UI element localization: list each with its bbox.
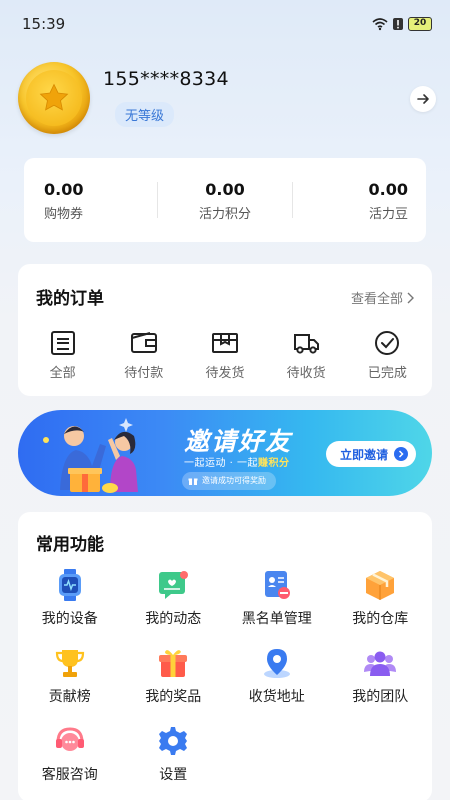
trophy-icon (53, 646, 87, 680)
order-tab-pending-payment[interactable]: 待付款 (109, 330, 179, 381)
functions-title: 常用功能 (36, 535, 104, 555)
status-time: 15:39 (22, 15, 66, 33)
gift-icon (156, 646, 190, 680)
func-label: 收货地址 (248, 689, 305, 705)
battery-indicator: 20 (408, 17, 432, 31)
level-badge[interactable]: 无等级 (115, 102, 175, 127)
wifi-icon (372, 18, 388, 31)
func-leaderboard[interactable]: 贡献榜 (18, 646, 122, 706)
order-tab-label: 已完成 (367, 366, 407, 381)
func-settings[interactable]: 设置 (122, 724, 226, 784)
high-five-illustration (43, 418, 138, 493)
warehouse-box-icon (363, 568, 397, 602)
star-icon (39, 83, 69, 111)
func-label: 我的团队 (352, 689, 409, 705)
func-label: 我的动态 (145, 611, 202, 627)
arrow-right-icon (417, 94, 429, 104)
order-tab-label: 待发货 (205, 366, 245, 381)
view-all-orders-link[interactable]: 查看全部 (351, 288, 414, 307)
truck-icon (294, 334, 320, 354)
func-my-posts[interactable]: 我的动态 (122, 568, 226, 628)
stat-label: 活力积分 (198, 207, 251, 222)
username: 155****8334 (103, 68, 229, 90)
banner-pill-text: 邀请成功可得奖励 (202, 476, 266, 485)
stat-value: 0.00 (205, 180, 245, 199)
chevron-right-icon (394, 447, 408, 461)
order-tab-completed[interactable]: 已完成 (352, 330, 422, 381)
chevron-right-icon (407, 292, 414, 303)
banner-subtitle-text: 一起运动 · 一起 (184, 458, 259, 469)
func-customer-service[interactable]: 客服咨询 (18, 724, 122, 784)
blacklist-icon (260, 568, 294, 602)
func-blacklist[interactable]: 黑名单管理 (225, 568, 329, 628)
func-label: 我的设备 (41, 611, 98, 627)
banner-subtitle-highlight: 赚积分 (258, 458, 290, 469)
stat-value: 0.00 (44, 180, 84, 199)
check-circle-icon (375, 331, 400, 355)
func-my-device[interactable]: 我的设备 (18, 568, 122, 628)
func-my-prizes[interactable]: 我的奖品 (122, 646, 226, 706)
stat-vitality-beans[interactable]: 0.00 活力豆 (293, 158, 426, 242)
stats-card: 0.00 购物券 0.00 活力积分 0.00 活力豆 (24, 158, 426, 242)
invite-friends-banner[interactable]: 邀请好友 一起运动 · 一起赚积分 邀请成功可得奖励 立即邀请 (18, 410, 432, 496)
stat-vitality-points[interactable]: 0.00 活力积分 (158, 158, 291, 242)
func-my-warehouse[interactable]: 我的仓库 (329, 568, 433, 628)
func-label: 设置 (159, 767, 188, 783)
message-heart-icon (156, 568, 190, 602)
stat-shopping-coupon[interactable]: 0.00 购物券 (24, 158, 157, 242)
order-tab-pending-receipt[interactable]: 待收货 (271, 330, 341, 381)
package-icon (211, 333, 238, 353)
func-label: 我的仓库 (352, 611, 409, 627)
func-shipping-address[interactable]: 收货地址 (225, 646, 329, 706)
func-my-team[interactable]: 我的团队 (329, 646, 433, 706)
banner-reward-pill: 邀请成功可得奖励 (182, 472, 276, 490)
smartwatch-icon (53, 568, 87, 602)
order-tab-label: 待收货 (286, 366, 326, 381)
gear-icon (156, 724, 190, 758)
order-tab-label: 待付款 (124, 366, 164, 381)
func-label: 黑名单管理 (241, 611, 312, 627)
avatar[interactable] (18, 62, 90, 134)
team-icon (363, 646, 397, 680)
stat-label: 活力豆 (368, 207, 408, 222)
banner-title: 邀请好友 (184, 427, 293, 456)
wallet-icon (130, 332, 157, 353)
view-all-label: 查看全部 (350, 292, 403, 307)
func-label: 我的奖品 (145, 689, 202, 705)
orders-card: 我的订单 查看全部 全部 待付款 待发货 待收货 已完成 (18, 264, 432, 396)
order-tab-pending-shipment[interactable]: 待发货 (190, 330, 260, 381)
headset-icon (53, 724, 87, 758)
orders-title: 我的订单 (36, 289, 104, 309)
invite-button-label: 立即邀请 (339, 447, 388, 462)
invite-now-button[interactable]: 立即邀请 (325, 441, 416, 467)
status-icons: 20 (372, 17, 432, 31)
status-bar: 15:39 20 (0, 0, 450, 48)
map-pin-icon (260, 646, 294, 680)
stat-value: 0.00 (368, 180, 408, 199)
stat-label: 购物券 (44, 207, 84, 222)
func-label: 客服咨询 (41, 767, 98, 783)
gift-small-icon (188, 478, 198, 485)
all-orders-icon (50, 331, 75, 355)
profile-arrow-button[interactable] (410, 86, 436, 112)
common-functions-card: 常用功能 我的设备 我的动态 黑名单管理 我的仓库 贡献榜 我的奖品 收货地址 … (18, 512, 432, 800)
profile-header[interactable]: 155****8334 无等级 (18, 60, 436, 140)
banner-subtitle: 一起运动 · 一起赚积分 (184, 454, 290, 469)
order-status-row: 全部 待付款 待发货 待收货 已完成 (18, 330, 432, 381)
order-tab-label: 全部 (49, 366, 76, 381)
func-label: 贡献榜 (48, 689, 91, 705)
functions-grid: 我的设备 我的动态 黑名单管理 我的仓库 贡献榜 我的奖品 收货地址 我的团队 … (18, 568, 432, 784)
order-tab-all[interactable]: 全部 (28, 330, 98, 381)
alert-icon (393, 18, 403, 30)
